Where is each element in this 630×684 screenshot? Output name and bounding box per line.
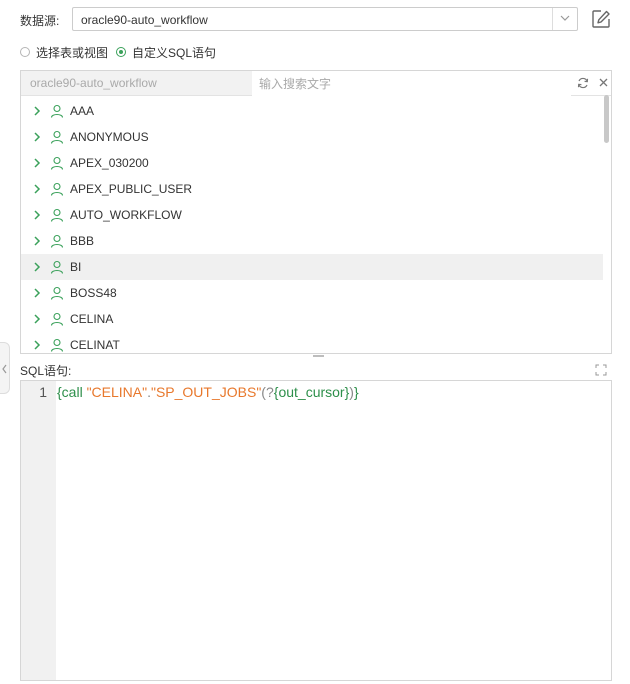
user-icon <box>50 234 64 248</box>
chevron-right-icon[interactable] <box>32 314 42 324</box>
user-icon <box>50 130 64 144</box>
chevron-right-icon[interactable] <box>32 158 42 168</box>
user-icon <box>50 208 64 222</box>
tree-item-label: AUTO_WORKFLOW <box>70 208 182 222</box>
tree-item-label: BOSS48 <box>70 286 117 300</box>
tree-scrollbar-thumb[interactable] <box>604 95 609 143</box>
refresh-icon[interactable] <box>577 77 589 89</box>
datasource-select[interactable]: oracle90-auto_workflow <box>72 7 578 31</box>
editor-gutter: 1 <box>21 381 56 680</box>
close-icon[interactable] <box>598 77 609 88</box>
chevron-left-icon[interactable] <box>1 364 8 374</box>
sql-token: {out_cursor} <box>273 384 350 400</box>
user-icon <box>50 156 64 170</box>
tree-search-input[interactable] <box>252 71 571 97</box>
tree-row[interactable]: CELINAT <box>21 332 603 353</box>
radio-custom-sql[interactable] <box>116 47 127 57</box>
sql-editor[interactable]: 1 {call "CELINA"."SP_OUT_JOBS"(?{out_cur… <box>20 380 612 681</box>
user-icon <box>50 260 64 274</box>
user-icon <box>50 338 64 352</box>
panel-resize-handle[interactable] <box>313 355 324 357</box>
schema-tree-panel: oracle90-auto_workflow AAA ANONYMOUS APE… <box>20 70 612 354</box>
fullscreen-icon[interactable] <box>595 364 607 376</box>
tree-item-label: CELINAT <box>70 338 120 352</box>
schema-tree-list: AAA ANONYMOUS APEX_030200 APEX_PUBLIC_US… <box>21 96 603 353</box>
chevron-right-icon[interactable] <box>32 288 42 298</box>
edit-icon[interactable] <box>591 9 611 29</box>
sql-token: ? <box>265 384 274 400</box>
tree-row[interactable]: APEX_030200 <box>21 150 603 176</box>
tree-row[interactable]: CELINA <box>21 306 603 332</box>
chevron-right-icon[interactable] <box>32 210 42 220</box>
user-icon <box>50 182 64 196</box>
chevron-right-icon[interactable] <box>32 340 42 350</box>
chevron-right-icon[interactable] <box>32 262 42 272</box>
chevron-down-icon[interactable] <box>559 12 571 24</box>
tree-item-label: BI <box>70 260 82 274</box>
user-icon <box>50 104 64 118</box>
tree-item-label: APEX_030200 <box>70 156 149 170</box>
radio-table-or-view[interactable] <box>20 47 30 57</box>
tree-datasource-name: oracle90-auto_workflow <box>21 71 252 95</box>
line-number: 1 <box>39 384 47 400</box>
radio-label-custom-sql[interactable]: 自定义SQL语句 <box>132 44 216 61</box>
tree-row[interactable]: APEX_PUBLIC_USER <box>21 176 603 202</box>
tree-row[interactable]: AAA <box>21 98 603 124</box>
radio-label-table-or-view[interactable]: 选择表或视图 <box>36 44 108 61</box>
sql-token: } <box>353 384 359 400</box>
user-icon <box>50 312 64 326</box>
sql-token: "CELINA" <box>86 384 148 400</box>
collapse-panel-tab[interactable] <box>0 342 10 394</box>
user-icon <box>50 286 64 300</box>
chevron-right-icon[interactable] <box>32 132 42 142</box>
chevron-right-icon[interactable] <box>32 106 42 116</box>
tree-row[interactable]: AUTO_WORKFLOW <box>21 202 603 228</box>
tree-item-label: CELINA <box>70 312 114 326</box>
tree-item-label: AAA <box>70 104 95 118</box>
tree-item-label: APEX_PUBLIC_USER <box>70 182 193 196</box>
tree-row[interactable]: BBB <box>21 228 603 254</box>
tree-row[interactable]: ANONYMOUS <box>21 124 603 150</box>
tree-row-highlighted[interactable]: BI <box>21 254 603 280</box>
select-divider <box>552 8 553 30</box>
sql-token: "SP_OUT_JOBS" <box>150 384 262 400</box>
tree-item-label: ANONYMOUS <box>70 130 149 144</box>
tree-row[interactable]: BOSS48 <box>21 280 603 306</box>
datasource-selected-value: oracle90-auto_workflow <box>81 13 208 27</box>
tree-header: oracle90-auto_workflow <box>21 71 611 97</box>
sql-code-line[interactable]: {call "CELINA"."SP_OUT_JOBS"(?{out_curso… <box>57 384 359 400</box>
tree-item-label: BBB <box>70 234 95 248</box>
sql-label: SQL语句: <box>20 364 72 378</box>
chevron-right-icon[interactable] <box>32 236 42 246</box>
sql-token: {call <box>57 384 87 400</box>
mode-radio-group: 选择表或视图 自定义SQL语句 <box>20 44 224 60</box>
datasource-label: 数据源: <box>20 14 60 28</box>
chevron-right-icon[interactable] <box>32 184 42 194</box>
